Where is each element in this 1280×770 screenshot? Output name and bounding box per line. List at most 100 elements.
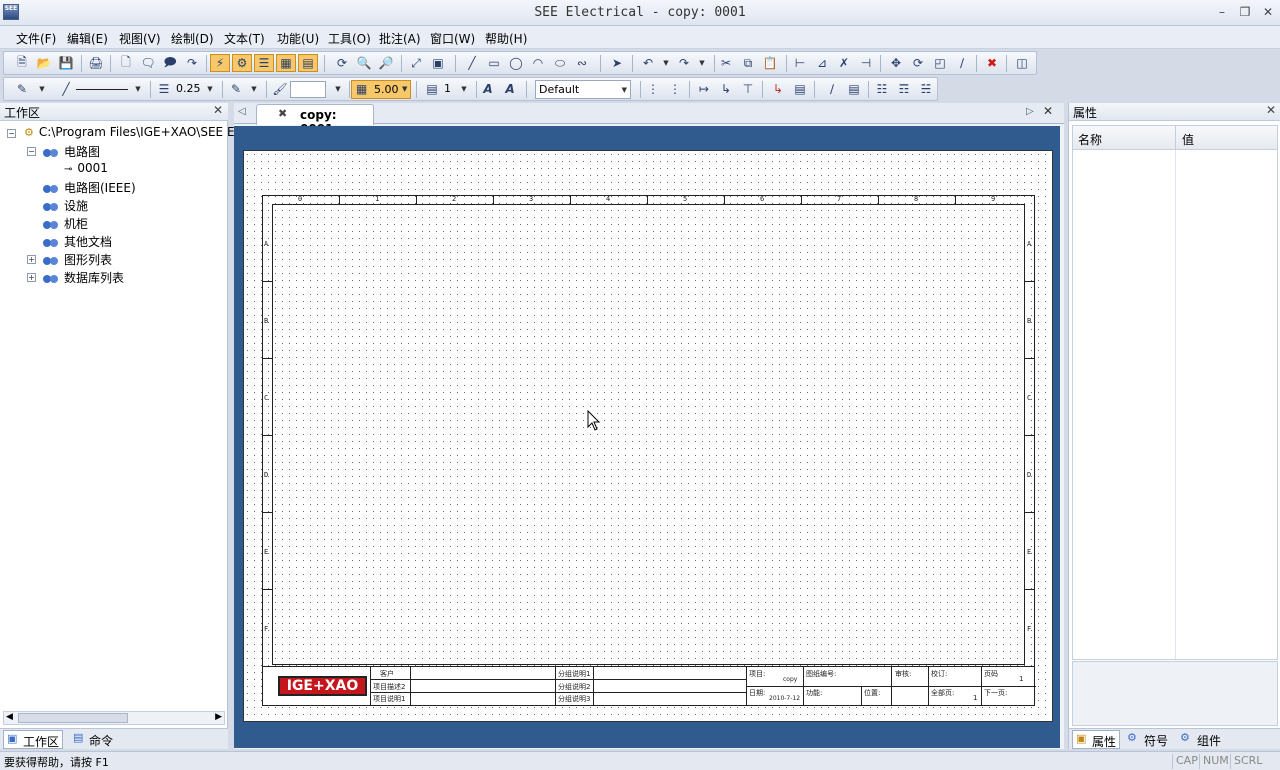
rotate-icon[interactable]: ⟳ xyxy=(908,54,928,72)
line-tool-icon[interactable]: ╱ xyxy=(462,54,482,72)
circle-tool-icon[interactable]: ◯ xyxy=(506,54,526,72)
collapse-icon[interactable]: − xyxy=(7,129,16,138)
line-style-icon[interactable]: ╱ xyxy=(56,80,76,98)
delete-icon[interactable]: ✖ xyxy=(982,54,1002,72)
tree-item-other-docs[interactable]: 其他文档 xyxy=(42,233,112,250)
tab-workspace[interactable]: ▣ 工作区 xyxy=(3,730,63,749)
grid-size-dropdown[interactable]: ▼ xyxy=(402,85,407,93)
zoom-window-icon[interactable]: ▣ xyxy=(428,54,448,72)
page-setup-icon[interactable]: ◫ xyxy=(1012,54,1032,72)
tab-command[interactable]: ▤ 命令 xyxy=(70,730,125,749)
comment-next-icon[interactable]: 🗩 xyxy=(160,54,180,72)
paste-icon[interactable]: 📋 xyxy=(760,54,780,72)
line-width-icon[interactable]: ☰ xyxy=(154,80,174,98)
fill-color-dropdown[interactable]: ▼ xyxy=(244,80,264,98)
arrow-left-right-icon[interactable]: ↦ xyxy=(694,80,714,98)
close-document-icon[interactable]: ✕ xyxy=(1043,104,1053,118)
mirror-icon[interactable]: ◰ xyxy=(930,54,950,72)
text-format-icon[interactable]: A xyxy=(500,80,520,98)
expand-icon[interactable]: + xyxy=(27,273,36,282)
zoom-fit-icon[interactable]: ⤢ xyxy=(406,54,426,72)
terminal-strip-icon[interactable]: ☶ xyxy=(894,80,914,98)
layer-dropdown[interactable]: ▼ xyxy=(454,80,474,98)
undo-icon[interactable]: ↶ xyxy=(638,54,658,72)
text-style-icon[interactable]: A xyxy=(478,80,498,98)
tab-properties[interactable]: ▣ 属性 xyxy=(1072,730,1120,749)
wire-cut-icon[interactable]: ✗ xyxy=(834,54,854,72)
wire-connect-icon[interactable]: ⊿ xyxy=(812,54,832,72)
line-style-dropdown[interactable]: ▼ xyxy=(128,80,148,98)
wire-number-icon[interactable]: ▤ xyxy=(790,80,810,98)
tree-item-circuit[interactable]: 电路图 xyxy=(42,143,100,160)
tree-item-graphic-list[interactable]: 图形列表 xyxy=(42,251,112,268)
close-icon[interactable]: ✕ xyxy=(213,103,223,117)
export-icon[interactable]: ↷ xyxy=(182,54,202,72)
select-pointer-icon[interactable]: ➤ xyxy=(607,54,627,72)
align-vertical-icon[interactable]: ⋮ xyxy=(643,80,663,98)
menu-window[interactable]: 窗口(W) xyxy=(430,30,475,47)
arc-tool-icon[interactable]: ◠ xyxy=(528,54,548,72)
scroll-thumb[interactable] xyxy=(18,713,128,723)
print-icon[interactable]: 🖨 xyxy=(86,54,106,72)
save-icon[interactable]: 💾 xyxy=(56,54,76,72)
menu-view[interactable]: 视图(V) xyxy=(119,30,161,47)
tree-item-cabinet[interactable]: 机柜 xyxy=(42,215,88,232)
close-icon[interactable]: ✕ xyxy=(1266,103,1276,117)
pen-color-dropdown[interactable]: ▼ xyxy=(32,80,52,98)
expand-icon[interactable]: + xyxy=(27,255,36,264)
brush-icon[interactable]: 🖌 xyxy=(270,80,290,98)
tree-item-circuit-ieee[interactable]: 电路图(IEEE) xyxy=(42,179,136,196)
tree-item-page[interactable]: ⊸ 0001 xyxy=(64,161,108,175)
redo-icon[interactable]: ↷ xyxy=(674,54,694,72)
refresh-icon[interactable]: ⟳ xyxy=(332,54,352,72)
tab-scroll-right-icon[interactable]: ▷ xyxy=(1026,106,1034,117)
mode-terminal-icon[interactable]: ▦ xyxy=(276,54,296,72)
menu-tools[interactable]: 工具(O) xyxy=(328,30,371,47)
tree-item-database-list[interactable]: 数据库列表 xyxy=(42,269,124,286)
ellipse-tool-icon[interactable]: ⬭ xyxy=(550,54,570,72)
scroll-right-icon[interactable]: ▶ xyxy=(215,712,222,722)
horizontal-scrollbar[interactable]: ◀ ▶ xyxy=(3,711,225,725)
column-value-header[interactable]: 值 xyxy=(1182,131,1194,148)
rectangle-tool-icon[interactable]: ▭ xyxy=(484,54,504,72)
cable-icon[interactable]: ∕ xyxy=(822,80,842,98)
distribute-icon[interactable]: ⋮ xyxy=(665,80,685,98)
column-name-header[interactable]: 名称 xyxy=(1078,131,1102,148)
scale-icon[interactable]: ∕ xyxy=(952,54,972,72)
mode-wire-icon[interactable]: ⚡ xyxy=(210,54,230,72)
corner-wire-icon[interactable]: ↳ xyxy=(768,80,788,98)
tab-symbol[interactable]: ⚙ 符号 xyxy=(1125,730,1175,749)
open-folder-icon[interactable]: 📂 xyxy=(34,54,54,72)
undo-dropdown-icon[interactable]: ▼ xyxy=(656,54,676,72)
curve-tool-icon[interactable]: ∾ xyxy=(572,54,592,72)
scroll-left-icon[interactable]: ◀ xyxy=(6,712,13,722)
tab-copy-0001[interactable]: ✖ copy: 0001 xyxy=(256,104,374,136)
mode-report-icon[interactable]: ▤ xyxy=(298,54,318,72)
grid-size-button[interactable]: ▦ 5.00 ▼ xyxy=(351,80,411,99)
fill-pattern-dropdown[interactable]: ▼ xyxy=(328,80,348,98)
terminal-edit-icon[interactable]: ☵ xyxy=(916,80,936,98)
collapse-icon[interactable]: − xyxy=(27,147,36,156)
pen-color-icon[interactable]: ✎ xyxy=(12,80,32,98)
tree-item-facility[interactable]: 设施 xyxy=(42,197,88,214)
line-width-dropdown[interactable]: ▼ xyxy=(200,80,220,98)
move-icon[interactable]: ✥ xyxy=(886,54,906,72)
connect-bar-icon[interactable]: ⊤ xyxy=(738,80,758,98)
maximize-button[interactable]: ❐ xyxy=(1236,4,1254,20)
menu-annotate[interactable]: 批注(A) xyxy=(379,30,421,47)
layer-icon[interactable]: ▤ xyxy=(422,80,442,98)
menu-draw[interactable]: 绘制(D) xyxy=(171,30,214,47)
close-button[interactable]: ✕ xyxy=(1259,4,1277,20)
drawing-sheet[interactable]: 0 1 2 3 4 5 6 7 8 9 A B C D E F A B C D xyxy=(243,150,1053,722)
tab-component[interactable]: ⚙ 组件 xyxy=(1178,730,1230,749)
style-select[interactable]: Default ▼ xyxy=(535,80,631,99)
layer-value[interactable]: 1 xyxy=(444,82,451,95)
wire-insert-icon[interactable]: ⊢ xyxy=(790,54,810,72)
menu-edit[interactable]: 编辑(E) xyxy=(67,30,108,47)
tab-scroll-left-icon[interactable]: ◁ xyxy=(238,106,246,117)
fill-color-icon[interactable]: ✎ xyxy=(226,80,246,98)
arrow-bottom-icon[interactable]: ↳ xyxy=(716,80,736,98)
menu-file[interactable]: 文件(F) xyxy=(16,30,56,47)
new-file-icon[interactable]: 🗎 xyxy=(12,54,32,72)
wire-jump-icon[interactable]: ⊣ xyxy=(856,54,876,72)
